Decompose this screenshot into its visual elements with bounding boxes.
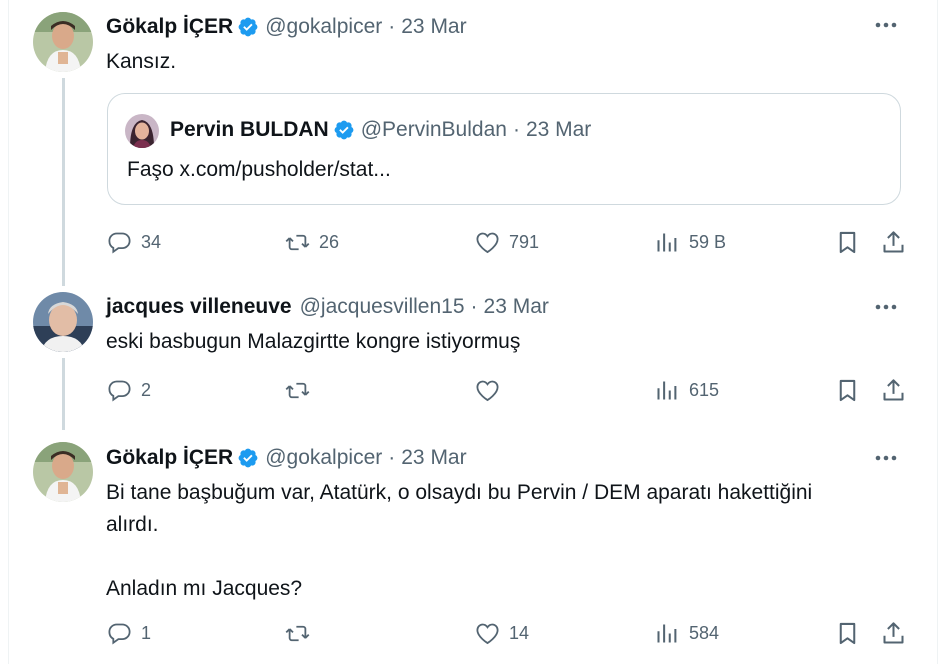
views-icon	[657, 233, 677, 251]
views-count: 615	[689, 379, 720, 400]
tweet-3[interactable]: Gökalp İÇER @gokalpicer · 23 Mar Bi tane…	[9, 430, 939, 664]
tweet-2[interactable]: jacques villeneuve @jacquesvillen15 · 23…	[9, 280, 939, 430]
handle[interactable]: @gokalpicer	[265, 15, 382, 39]
quote-text: Faşo x.com/pusholder/stat...	[127, 158, 391, 181]
views-button[interactable]: 584	[654, 616, 719, 650]
timestamp[interactable]: 23 Mar	[484, 295, 549, 319]
like-icon	[476, 380, 499, 401]
retweet-icon	[285, 382, 310, 398]
bookmark-button[interactable]	[834, 225, 861, 259]
reply-count: 2	[141, 379, 152, 400]
like-button[interactable]: 791	[474, 225, 539, 259]
like-count: 14	[509, 622, 530, 643]
separator: ·	[388, 15, 396, 38]
avatar[interactable]	[33, 12, 93, 72]
like-icon	[476, 623, 499, 644]
bookmark-button[interactable]	[834, 616, 861, 650]
reply-button[interactable]: 1	[106, 616, 151, 650]
tweet-text: Bi tane başbuğum var, Atatürk, o olsaydı…	[106, 477, 812, 605]
views-button[interactable]: 615	[654, 373, 719, 407]
views-icon	[657, 381, 677, 399]
reply-count: 1	[141, 622, 152, 643]
tweet-text: eski basbugun Malazgirtte kongre istiyor…	[106, 330, 521, 353]
avatar[interactable]	[33, 442, 93, 502]
tweet-text: Kansız.	[106, 50, 177, 73]
avatar[interactable]	[33, 292, 93, 352]
action-bar: 1 14 584	[106, 616, 916, 650]
bookmark-icon	[839, 231, 856, 253]
handle[interactable]: @gokalpicer	[265, 446, 382, 470]
thread-line	[62, 78, 65, 286]
verified-badge-icon	[334, 120, 354, 140]
retweet-icon	[285, 625, 310, 641]
more-icon[interactable]	[873, 448, 899, 468]
timestamp[interactable]: 23 Mar	[401, 446, 466, 470]
more-icon[interactable]	[873, 15, 899, 35]
views-button[interactable]: 59 B	[654, 225, 726, 259]
tweet-header: jacques villeneuve @jacquesvillen15 · 23…	[106, 295, 549, 319]
retweet-button[interactable]	[284, 373, 319, 407]
separator: ·	[512, 118, 520, 141]
handle[interactable]: @jacquesvillen15	[300, 295, 465, 319]
tweet-header: Gökalp İÇER @gokalpicer · 23 Mar	[106, 446, 467, 470]
reply-button[interactable]: 2	[106, 373, 151, 407]
display-name[interactable]: Gökalp İÇER	[106, 446, 233, 470]
display-name[interactable]: Gökalp İÇER	[106, 15, 233, 39]
share-icon	[883, 230, 904, 253]
reply-button[interactable]: 34	[106, 225, 161, 259]
thread-line	[62, 358, 65, 430]
more-icon[interactable]	[873, 297, 899, 317]
tweet-text-line: Anladın mı Jacques?	[106, 577, 303, 600]
verified-badge-icon	[238, 17, 258, 37]
share-button[interactable]	[880, 373, 907, 407]
quoted-tweet[interactable]: Pervin BULDAN @PervinBuldan · 23 Mar Faş…	[107, 93, 901, 205]
share-icon	[883, 378, 904, 401]
timestamp[interactable]: 23 Mar	[401, 15, 466, 39]
retweet-button[interactable]	[284, 616, 319, 650]
share-button[interactable]	[880, 616, 907, 650]
tweet-text-line: Bi tane başbuğum var, Atatürk, o olsaydı…	[106, 481, 813, 504]
share-button[interactable]	[880, 225, 907, 259]
timeline-frame: Gökalp İÇER @gokalpicer · 23 Mar Kansız.	[8, 0, 938, 664]
share-icon	[883, 621, 904, 644]
separator: ·	[470, 295, 478, 318]
reply-icon	[108, 232, 131, 253]
separator: ·	[388, 446, 396, 469]
quote-handle[interactable]: @PervinBuldan	[361, 118, 507, 142]
tweet-1[interactable]: Gökalp İÇER @gokalpicer · 23 Mar Kansız.	[9, 0, 939, 286]
bookmark-button[interactable]	[834, 373, 861, 407]
reply-icon	[108, 380, 131, 401]
quote-timestamp[interactable]: 23 Mar	[526, 118, 591, 142]
bookmark-icon	[839, 379, 856, 401]
quote-header: Pervin BULDAN @PervinBuldan · 23 Mar	[170, 118, 591, 142]
display-name[interactable]: jacques villeneuve	[106, 295, 292, 319]
views-count: 59 B	[689, 231, 727, 252]
quote-display-name[interactable]: Pervin BULDAN	[170, 118, 329, 142]
like-button[interactable]: 14	[474, 616, 529, 650]
retweet-count: 26	[319, 231, 340, 252]
action-bar: 2 615	[106, 373, 916, 407]
reply-count: 34	[141, 231, 162, 252]
tweet-header: Gökalp İÇER @gokalpicer · 23 Mar	[106, 15, 467, 39]
reply-icon	[108, 623, 131, 644]
retweet-button[interactable]: 26	[284, 225, 339, 259]
verified-badge-icon	[238, 448, 258, 468]
tweet-text-line: alırdı.	[106, 513, 159, 536]
like-count: 791	[509, 231, 540, 252]
tweet-text-line	[106, 541, 812, 573]
like-icon	[476, 232, 499, 253]
like-button[interactable]	[474, 373, 509, 407]
views-icon	[657, 624, 677, 642]
bookmark-icon	[839, 622, 856, 644]
action-bar: 34 26 791 59 B	[106, 225, 916, 259]
views-count: 584	[689, 622, 720, 643]
retweet-icon	[285, 234, 310, 250]
quote-avatar[interactable]	[125, 114, 159, 148]
